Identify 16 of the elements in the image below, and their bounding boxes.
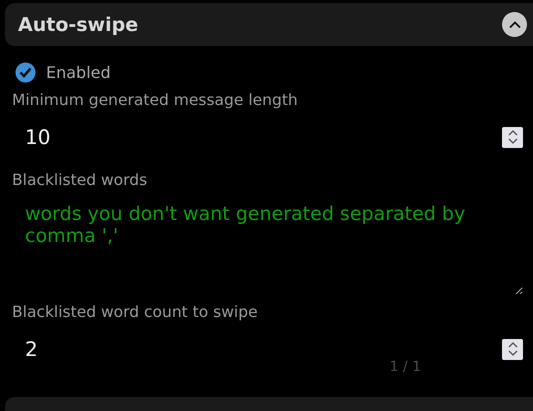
up-down-arrows-icon [508,130,518,144]
field-label: Minimum generated message length [12,91,299,109]
spinner-button[interactable] [502,338,523,360]
up-down-arrows-icon [508,342,518,356]
collapse-button[interactable] [502,12,527,37]
number-field[interactable]: 10 [12,125,50,149]
field-label: Blacklisted word count to swipe [12,303,259,321]
checkbox-label: Enabled [46,63,111,82]
panel-title: Auto-swipe [18,14,138,36]
number-field[interactable]: 2 [12,337,38,361]
field-label: Blacklisted words [12,171,148,189]
text-area[interactable]: words you don't want generated separated by comma ',' [12,189,523,295]
panel-header[interactable]: Auto-swipe [5,3,533,46]
checkbox[interactable] [15,62,36,83]
page-counter: 1 / 1 [390,359,421,375]
spinner-button[interactable] [502,126,523,148]
